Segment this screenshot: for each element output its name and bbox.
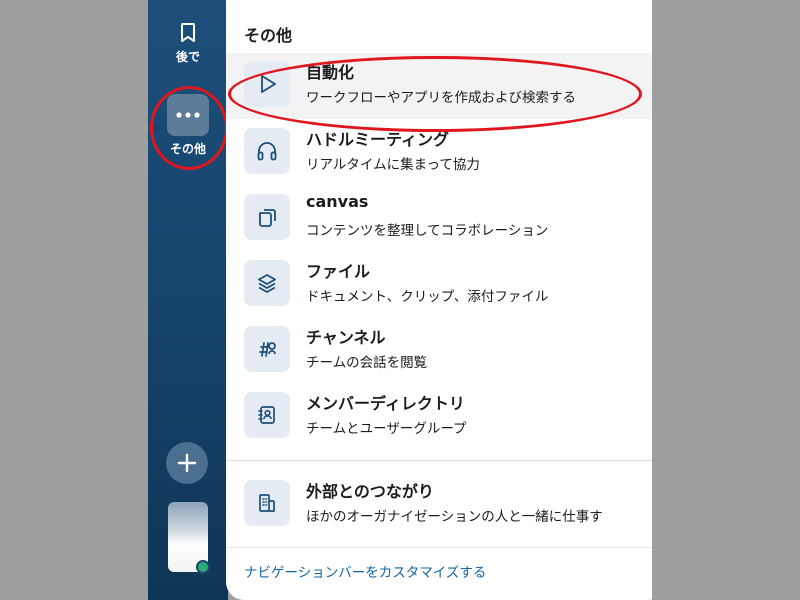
menu-item-channels[interactable]: チャンネル チームの会話を閲覧: [226, 318, 652, 384]
divider: [226, 460, 652, 461]
sidebar: 後で その他: [148, 0, 228, 600]
sidebar-item-later[interactable]: 後で: [148, 22, 228, 65]
building-icon: [256, 492, 278, 514]
annotation-circle: [228, 56, 642, 132]
menu-item-external-connections[interactable]: 外部とのつながり ほかのオーガナイゼーションの人と一緒に仕事す: [226, 472, 652, 538]
sidebar-item-label: 後で: [175, 50, 200, 64]
menu-item-title: メンバーディレクトリ: [306, 394, 465, 413]
menu-item-subtitle: チームの会話を閲覧: [306, 355, 428, 371]
layers-icon: [256, 272, 278, 294]
contact-book-icon: [256, 404, 278, 426]
headphones-icon: [256, 140, 278, 162]
panel-title: その他: [244, 26, 293, 45]
menu-item-subtitle: ドキュメント、クリップ、添付ファイル: [306, 289, 549, 305]
menu-item-title: ファイル: [306, 262, 371, 281]
menu-item-subtitle: チームとユーザーグループ: [306, 421, 467, 437]
menu-item-files[interactable]: ファイル ドキュメント、クリップ、添付ファイル: [226, 252, 652, 318]
customize-navigation-link[interactable]: ナビゲーションバーをカスタマイズする: [244, 561, 486, 581]
menu-item-member-directory[interactable]: メンバーディレクトリ チームとユーザーグループ: [226, 384, 652, 450]
plus-icon: [177, 453, 197, 473]
channel-search-icon: [256, 338, 278, 360]
menu-item-title: 外部とのつながり: [306, 482, 434, 501]
menu-item-title: canvas: [306, 192, 369, 211]
presence-indicator: [196, 560, 210, 574]
canvas-icon: [256, 206, 278, 228]
add-button[interactable]: [166, 442, 208, 484]
menu-item-subtitle: コンテンツを整理してコラボレーション: [306, 223, 549, 239]
annotation-circle: [150, 86, 228, 170]
app-window: 後で その他 その他 自動化 ワークフローやアプリを作成および検索する ハドルミ…: [148, 0, 652, 600]
menu-item-subtitle: ほかのオーガナイゼーションの人と一緒に仕事す: [306, 509, 603, 525]
bookmark-icon: [148, 22, 228, 44]
divider: [226, 547, 652, 548]
menu-item-title: チャンネル: [306, 328, 386, 347]
menu-item-canvas[interactable]: canvas コンテンツを整理してコラボレーション: [226, 186, 652, 252]
menu-item-subtitle: リアルタイムに集まって協力: [306, 157, 480, 173]
